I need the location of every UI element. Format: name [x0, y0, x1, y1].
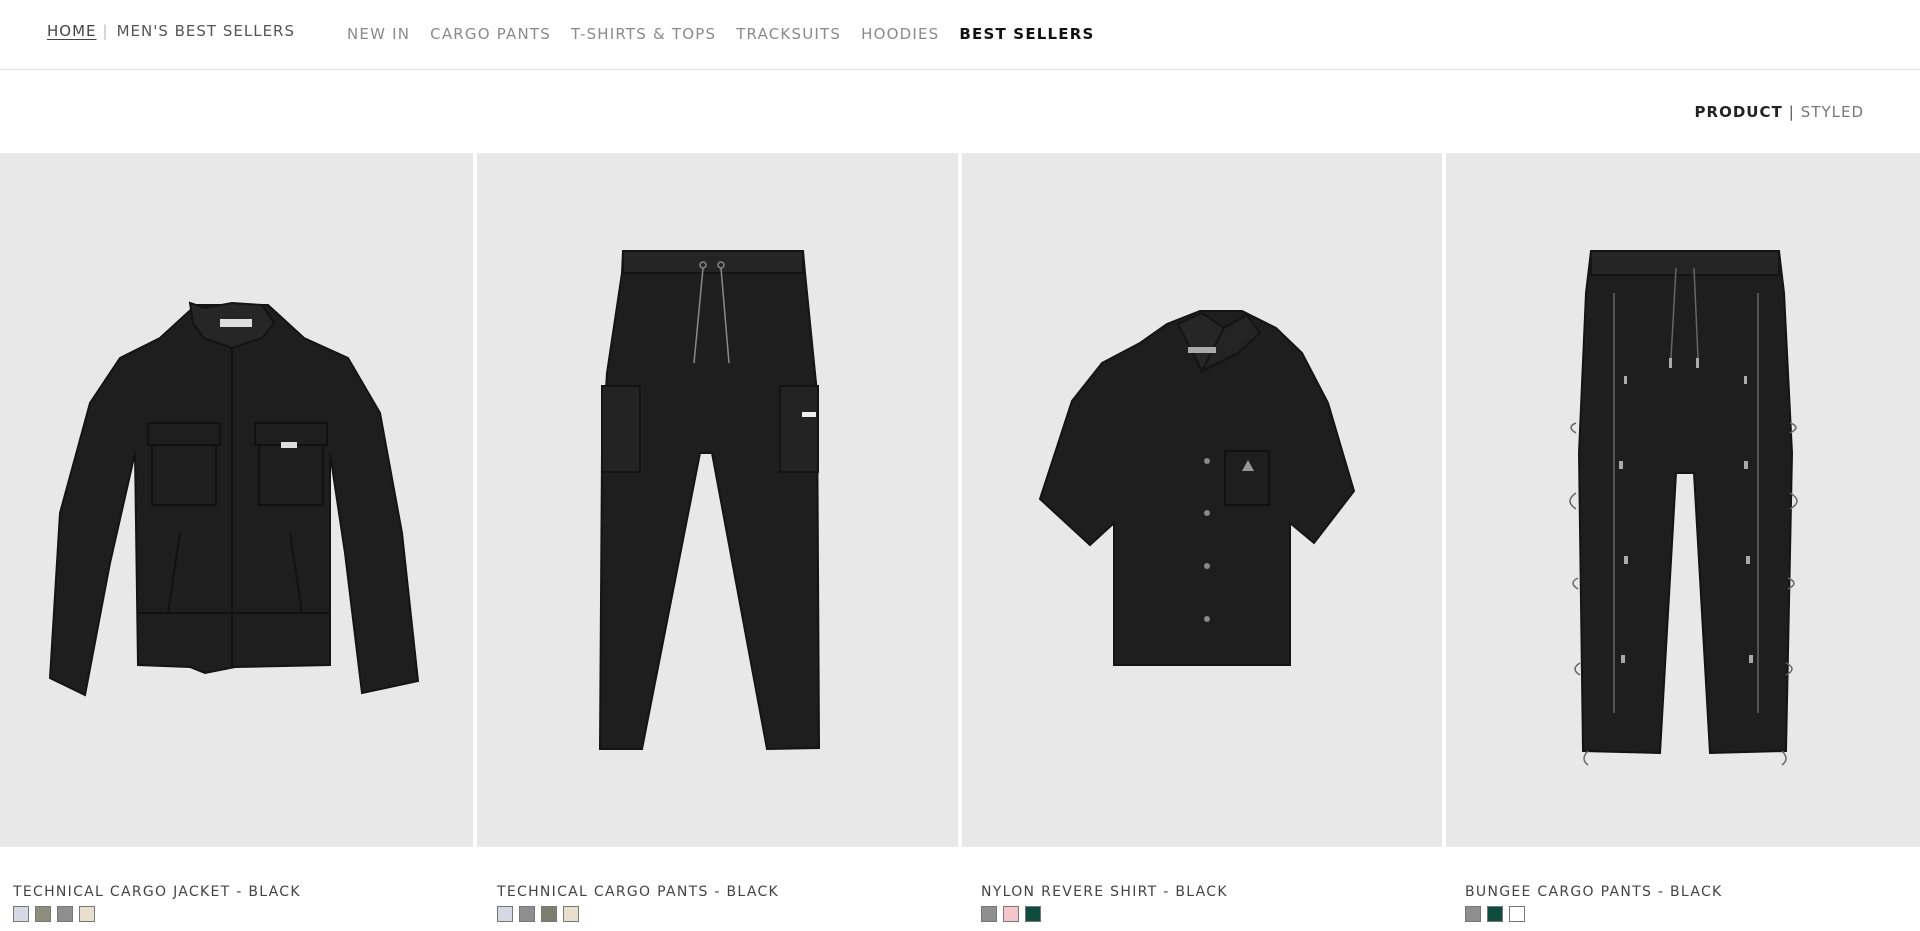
color-swatch[interactable] — [1509, 906, 1525, 922]
color-swatch[interactable] — [1465, 906, 1481, 922]
color-swatches — [981, 906, 1228, 922]
color-swatch[interactable] — [57, 906, 73, 922]
view-product-option[interactable]: PRODUCT — [1695, 103, 1783, 121]
color-swatch[interactable] — [563, 906, 579, 922]
top-navigation-bar: HOME | MEN'S BEST SELLERS NEW IN CARGO P… — [0, 0, 1920, 70]
color-swatch[interactable] — [497, 906, 513, 922]
color-swatch[interactable] — [1025, 906, 1041, 922]
product-image-cargo-pants[interactable] — [477, 153, 958, 847]
cargo-jacket-image — [48, 301, 420, 697]
color-swatches — [1465, 906, 1723, 922]
product-name-link[interactable]: TECHNICAL CARGO PANTS - BLACK — [497, 884, 779, 900]
nav-item-hoodies[interactable]: HOODIES — [861, 25, 939, 43]
color-swatch[interactable] — [541, 906, 557, 922]
product-image-cargo-jacket[interactable] — [0, 153, 473, 847]
breadcrumb-home-link[interactable]: HOME — [47, 22, 97, 40]
color-swatch[interactable] — [981, 906, 997, 922]
nav-item-new-in[interactable]: NEW IN — [347, 25, 410, 43]
breadcrumb-separator: | — [102, 22, 109, 40]
nav-item-tracksuits[interactable]: TRACKSUITS — [736, 25, 841, 43]
revere-shirt-image — [1038, 310, 1356, 666]
category-nav: NEW IN CARGO PANTS T-SHIRTS & TOPS TRACK… — [347, 25, 1114, 43]
product-image-bungee-pants[interactable] — [1446, 153, 1920, 847]
product-card-info: BUNGEE CARGO PANTS - BLACK — [1465, 884, 1723, 922]
color-swatch[interactable] — [13, 906, 29, 922]
product-image-revere-shirt[interactable] — [962, 153, 1442, 847]
nav-item-cargo-pants[interactable]: CARGO PANTS — [430, 25, 551, 43]
product-card-info: NYLON REVERE SHIRT - BLACK — [981, 884, 1228, 922]
view-styled-option[interactable]: STYLED — [1801, 103, 1864, 121]
product-name-link[interactable]: BUNGEE CARGO PANTS - BLACK — [1465, 884, 1723, 900]
color-swatches — [497, 906, 779, 922]
nav-item-tshirts-tops[interactable]: T-SHIRTS & TOPS — [571, 25, 716, 43]
nav-item-best-sellers[interactable]: BEST SELLERS — [959, 25, 1094, 43]
view-toggle: PRODUCT | STYLED — [1695, 103, 1864, 121]
color-swatch[interactable] — [35, 906, 51, 922]
view-toggle-separator: | — [1788, 103, 1795, 121]
product-grid — [0, 153, 1920, 847]
product-name-link[interactable]: TECHNICAL CARGO JACKET - BLACK — [13, 884, 301, 900]
product-card-info: TECHNICAL CARGO PANTS - BLACK — [497, 884, 779, 922]
cargo-pants-image — [598, 250, 821, 751]
color-swatch[interactable] — [1003, 906, 1019, 922]
color-swatches — [13, 906, 301, 922]
breadcrumb: HOME | MEN'S BEST SELLERS — [47, 22, 295, 40]
product-card-info: TECHNICAL CARGO JACKET - BLACK — [13, 884, 301, 922]
color-swatch[interactable] — [519, 906, 535, 922]
color-swatch[interactable] — [79, 906, 95, 922]
product-name-link[interactable]: NYLON REVERE SHIRT - BLACK — [981, 884, 1228, 900]
bungee-pants-image — [1569, 250, 1798, 766]
color-swatch[interactable] — [1487, 906, 1503, 922]
breadcrumb-current-page: MEN'S BEST SELLERS — [116, 22, 295, 40]
